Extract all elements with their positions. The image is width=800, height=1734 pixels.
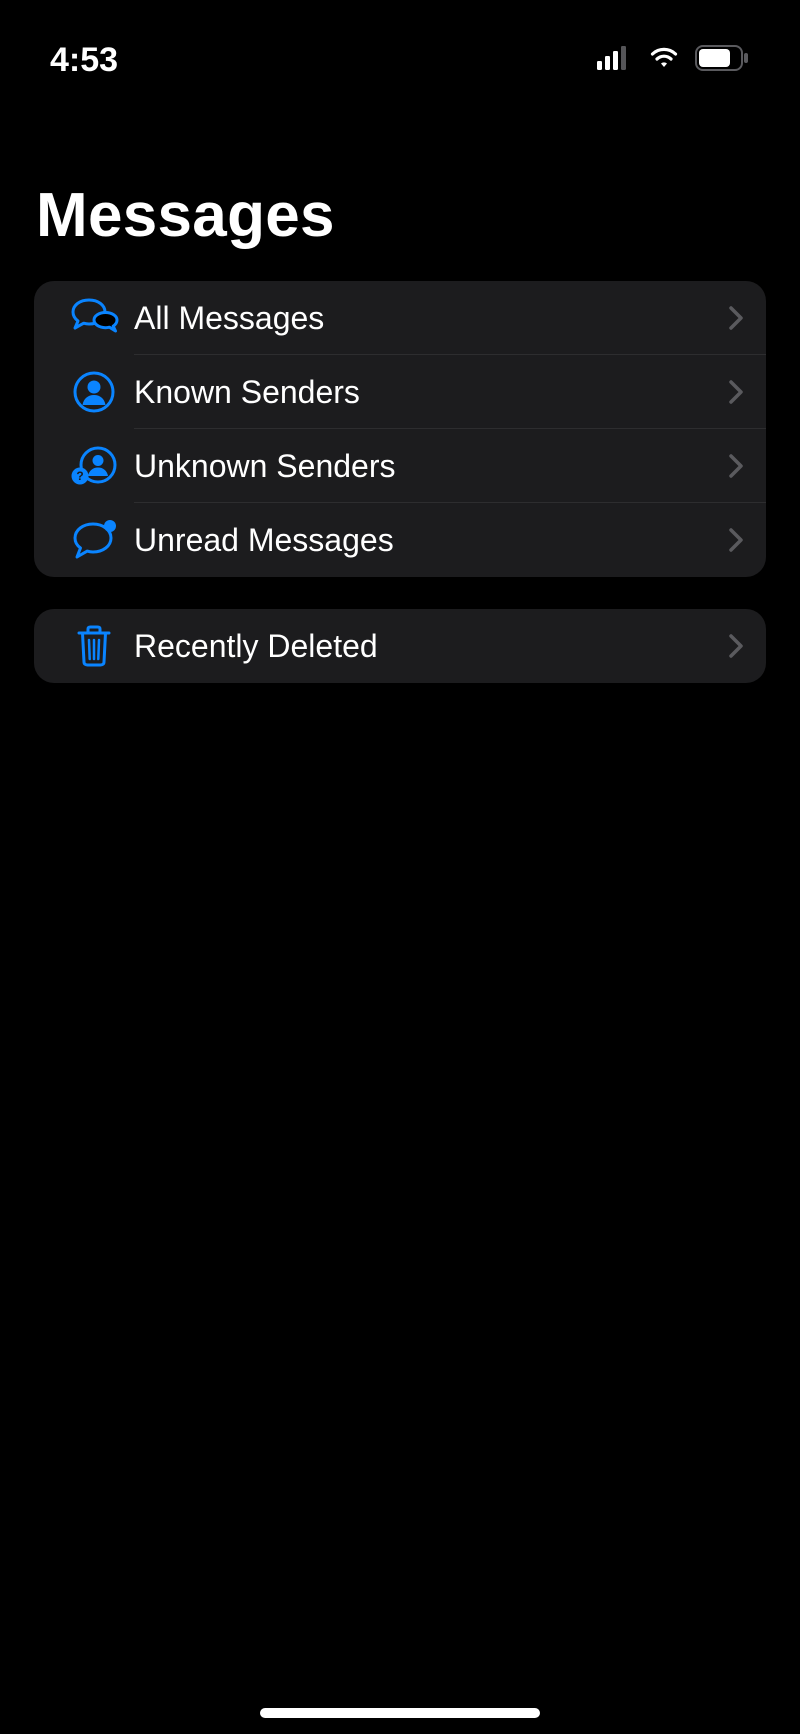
row-label: Unread Messages xyxy=(134,522,726,559)
chat-bubbles-icon xyxy=(54,297,134,339)
row-label: Recently Deleted xyxy=(134,628,726,665)
wifi-icon xyxy=(647,46,681,75)
row-known-senders[interactable]: Known Senders xyxy=(34,355,766,429)
row-label: All Messages xyxy=(134,300,726,337)
row-unread-messages[interactable]: Unread Messages xyxy=(34,503,766,577)
cellular-icon xyxy=(597,46,633,75)
status-time: 4:53 xyxy=(50,41,118,80)
status-indicators xyxy=(597,45,750,76)
person-question-icon: ? xyxy=(54,445,134,487)
chevron-right-icon xyxy=(726,526,746,554)
trash-icon xyxy=(54,624,134,668)
page-title: Messages xyxy=(0,90,800,281)
chevron-right-icon xyxy=(726,452,746,480)
chevron-right-icon xyxy=(726,378,746,406)
status-bar: 4:53 xyxy=(0,0,800,90)
person-circle-icon xyxy=(54,371,134,413)
row-label: Known Senders xyxy=(134,374,726,411)
filters-group: All Messages Known Senders ? xyxy=(34,281,766,577)
chat-bubble-dot-icon xyxy=(54,519,134,561)
row-label: Unknown Senders xyxy=(134,448,726,485)
battery-icon xyxy=(695,45,750,76)
row-recently-deleted[interactable]: Recently Deleted xyxy=(34,609,766,683)
svg-text:?: ? xyxy=(76,469,83,483)
chevron-right-icon xyxy=(726,304,746,332)
row-unknown-senders[interactable]: ? Unknown Senders xyxy=(34,429,766,503)
home-indicator[interactable] xyxy=(260,1708,540,1718)
deleted-group: Recently Deleted xyxy=(34,609,766,683)
chevron-right-icon xyxy=(726,632,746,660)
row-all-messages[interactable]: All Messages xyxy=(34,281,766,355)
